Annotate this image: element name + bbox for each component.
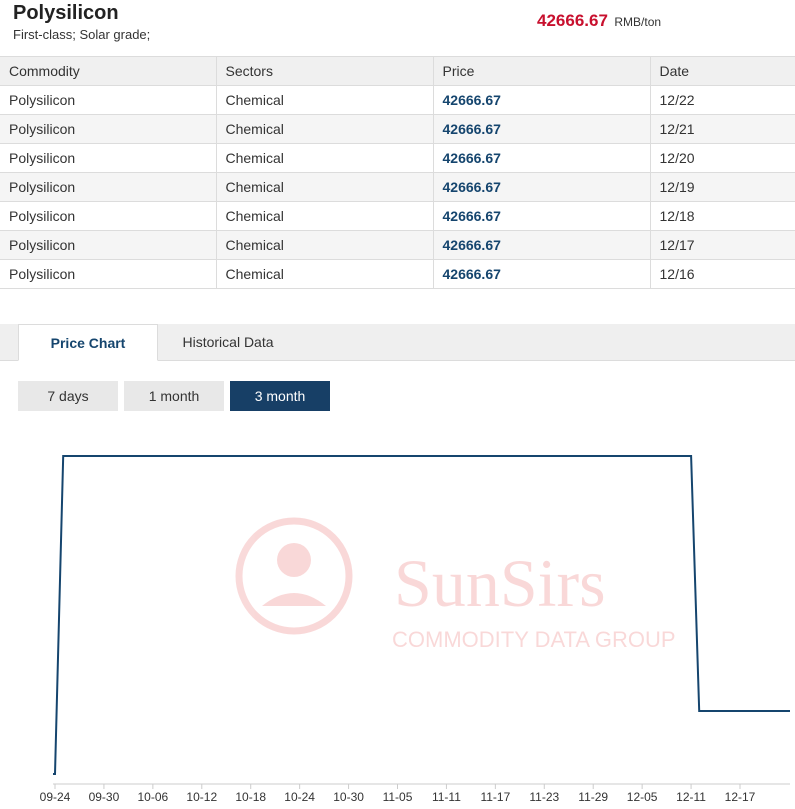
cell-price: 42666.67	[433, 201, 651, 231]
x-tick-label: 12-17	[725, 790, 756, 804]
current-price-value: 42666.67	[537, 11, 608, 30]
column-header-commodity: Commodity	[0, 56, 217, 86]
cell-commodity: Polysilicon	[0, 114, 217, 144]
cell-commodity: Polysilicon	[0, 85, 217, 115]
cell-date: 12/17	[650, 230, 795, 260]
column-header-sectors: Sectors	[216, 56, 434, 86]
commodity-title: Polysilicon	[13, 2, 119, 24]
watermark: SunSirs COMMODITY DATA GROUP	[235, 517, 676, 652]
current-price: 42666.67 RMB/ton	[537, 11, 661, 31]
cell-sector: Chemical	[216, 230, 434, 260]
watermark-tagline: COMMODITY DATA GROUP	[392, 627, 676, 652]
range-1-month-button[interactable]: 1 month	[124, 381, 224, 411]
tab-price-chart[interactable]: Price Chart	[18, 324, 158, 361]
watermark-logo-head	[277, 543, 311, 577]
table-row: Polysilicon Chemical 42666.67 12/21	[0, 114, 795, 144]
cell-date: 12/19	[650, 172, 795, 202]
cell-price: 42666.67	[433, 143, 651, 173]
column-header-date: Date	[650, 56, 795, 86]
x-tick-label: 10-06	[138, 790, 169, 804]
range-7-days-button[interactable]: 7 days	[18, 381, 118, 411]
cell-commodity: Polysilicon	[0, 259, 217, 289]
cell-date: 12/16	[650, 259, 795, 289]
table-row: Polysilicon Chemical 42666.67 12/20	[0, 143, 795, 173]
cell-sector: Chemical	[216, 172, 434, 202]
watermark-logo-body	[262, 593, 326, 606]
cell-sector: Chemical	[216, 201, 434, 231]
cell-price: 42666.67	[433, 85, 651, 115]
cell-sector: Chemical	[216, 259, 434, 289]
x-tick-label: 11-05	[383, 790, 413, 804]
x-tick-label: 10-12	[186, 790, 217, 804]
table-row: Polysilicon Chemical 42666.67 12/16	[0, 259, 795, 289]
cell-commodity: Polysilicon	[0, 201, 217, 231]
x-tick-label: 10-30	[333, 790, 364, 804]
price-chart: SunSirs COMMODITY DATA GROUP 09-24 09-30 1…	[40, 455, 790, 804]
price-table: Commodity Sectors Price Date Polysilicon…	[0, 56, 795, 289]
cell-price: 42666.67	[433, 114, 651, 144]
cell-date: 12/20	[650, 143, 795, 173]
tab-historical-data[interactable]: Historical Data	[158, 324, 298, 361]
table-header-row: Commodity Sectors Price Date	[0, 56, 795, 86]
table-row: Polysilicon Chemical 42666.67 12/18	[0, 201, 795, 231]
cell-sector: Chemical	[216, 143, 434, 173]
x-tick-label: 10-24	[284, 790, 315, 804]
x-tick-label: 11-29	[578, 790, 608, 804]
table-row: Polysilicon Chemical 42666.67 12/19	[0, 172, 795, 202]
cell-commodity: Polysilicon	[0, 230, 217, 260]
x-tick-label: 12-05	[627, 790, 658, 804]
x-tick-label: 09-24	[40, 790, 71, 804]
cell-commodity: Polysilicon	[0, 172, 217, 202]
commodity-header: Polysilicon First-class; Solar grade; 42…	[0, 0, 795, 56]
table-row: Polysilicon Chemical 42666.67 12/17	[0, 230, 795, 260]
cell-sector: Chemical	[216, 114, 434, 144]
x-tick-label: 09-30	[89, 790, 120, 804]
cell-price: 42666.67	[433, 230, 651, 260]
x-tick-label: 11-17	[480, 790, 510, 804]
x-tick-label: 11-11	[432, 790, 461, 804]
cell-date: 12/22	[650, 85, 795, 115]
column-header-price: Price	[433, 56, 651, 86]
cell-commodity: Polysilicon	[0, 143, 217, 173]
watermark-brand: SunSirs	[394, 545, 606, 621]
x-tick-label: 11-23	[529, 790, 559, 804]
cell-sector: Chemical	[216, 85, 434, 115]
commodity-subtitle: First-class; Solar grade;	[13, 27, 151, 42]
table-row: Polysilicon Chemical 42666.67 12/22	[0, 85, 795, 115]
cell-price: 42666.67	[433, 172, 651, 202]
chart-tabs: Price Chart Historical Data	[0, 324, 795, 361]
x-tick-label: 10-18	[235, 790, 266, 804]
cell-price: 42666.67	[433, 259, 651, 289]
current-price-unit: RMB/ton	[614, 15, 662, 29]
x-tick-label: 12-11	[676, 790, 706, 804]
range-3-month-button[interactable]: 3 month	[230, 381, 330, 411]
cell-date: 12/21	[650, 114, 795, 144]
cell-date: 12/18	[650, 201, 795, 231]
